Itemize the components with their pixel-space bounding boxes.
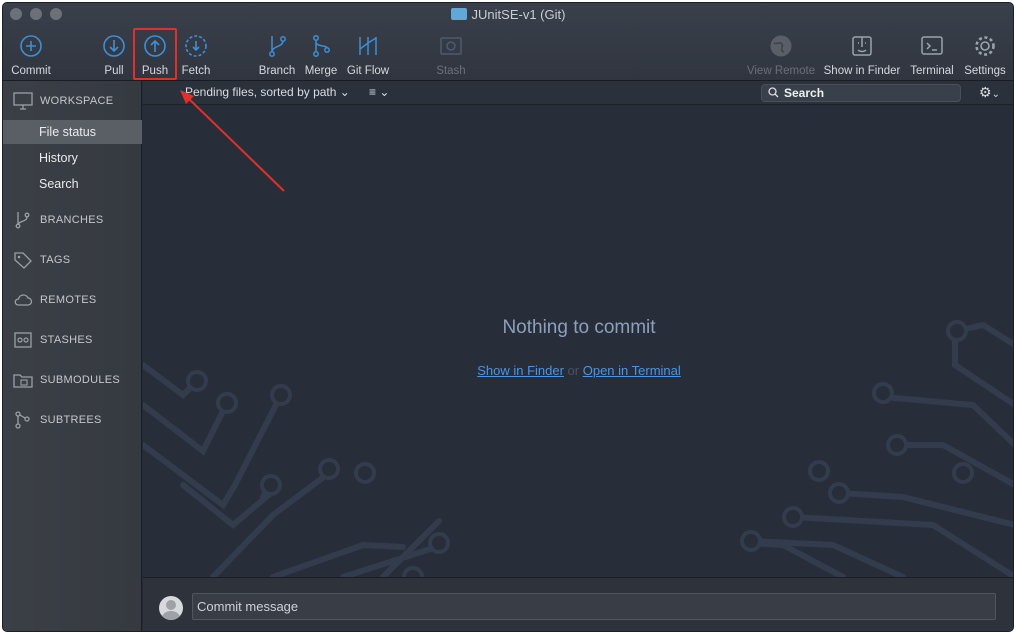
avatar bbox=[159, 596, 183, 620]
pull-icon bbox=[103, 35, 125, 57]
sidebar-submodules-header[interactable]: SUBMODULES bbox=[13, 368, 120, 392]
merge-button[interactable]: Merge bbox=[302, 31, 340, 79]
finder-icon bbox=[852, 36, 872, 56]
circuit-decoration bbox=[143, 320, 1013, 577]
filter-bar: Pending files, sorted by path ⌄ ≡ ⌄ Sear… bbox=[143, 81, 1013, 105]
globe-icon bbox=[770, 35, 792, 57]
subtree-icon bbox=[15, 411, 30, 429]
sidebar-subtrees-header[interactable]: SUBTREES bbox=[13, 408, 102, 432]
sidebar-item-file-status[interactable]: File status bbox=[3, 120, 142, 144]
window-title: JUnitSE-v1 (Git) bbox=[3, 7, 1013, 22]
stash-icon bbox=[14, 332, 32, 348]
sidebar-item-history[interactable]: History bbox=[3, 146, 142, 170]
show-in-finder-link[interactable]: Show in Finder bbox=[477, 363, 564, 378]
git-flow-button[interactable]: Git Flow bbox=[345, 31, 391, 79]
sidebar-stashes-header[interactable]: STASHES bbox=[13, 328, 93, 352]
fetch-icon bbox=[185, 35, 207, 57]
gear-icon: ⚙ bbox=[979, 84, 992, 100]
list-view-icon: ≡ bbox=[369, 85, 377, 99]
merge-icon bbox=[313, 35, 330, 57]
search-icon bbox=[768, 87, 779, 98]
sidebar-tags-header[interactable]: TAGS bbox=[13, 248, 70, 272]
settings-button[interactable]: Settings bbox=[961, 31, 1009, 79]
branch-icon bbox=[15, 212, 30, 229]
empty-state-links: Show in Finder or Open in Terminal bbox=[477, 363, 681, 378]
folder-icon bbox=[450, 8, 467, 20]
sort-dropdown[interactable]: Pending files, sorted by path ⌄ bbox=[185, 85, 350, 99]
folder-icon bbox=[13, 374, 33, 388]
sidebar-remotes-header[interactable]: REMOTES bbox=[13, 288, 97, 312]
view-remote-button[interactable]: View Remote bbox=[745, 31, 817, 79]
pull-button[interactable]: Pull bbox=[99, 31, 129, 79]
terminal-icon bbox=[921, 36, 943, 55]
commit-button[interactable]: Commit bbox=[9, 31, 53, 79]
stash-icon bbox=[440, 37, 462, 55]
chevron-down-icon: ⌄ bbox=[991, 89, 1000, 100]
branch-icon bbox=[269, 36, 286, 57]
tag-icon bbox=[14, 252, 32, 269]
user-avatar-icon bbox=[161, 600, 181, 620]
stash-button[interactable]: Stash bbox=[433, 31, 469, 79]
cloud-icon bbox=[14, 294, 33, 306]
toolbar: JUnitSE-v1 (Git) Commit Pull Push Fetch … bbox=[3, 3, 1013, 81]
commit-message-input[interactable]: Commit message bbox=[192, 593, 996, 620]
commit-bar: Commit message bbox=[143, 577, 1013, 631]
sidebar-branches-header[interactable]: BRANCHES bbox=[13, 208, 104, 232]
sidebar: WORKSPACE File status History Search BRA… bbox=[3, 81, 142, 631]
chevron-down-icon: ⌄ bbox=[379, 85, 390, 99]
chevron-down-icon: ⌄ bbox=[339, 85, 350, 99]
app-window: JUnitSE-v1 (Git) Commit Pull Push Fetch … bbox=[2, 2, 1014, 632]
sidebar-item-search[interactable]: Search bbox=[3, 172, 142, 196]
fetch-button[interactable]: Fetch bbox=[177, 31, 215, 79]
open-in-terminal-link[interactable]: Open in Terminal bbox=[583, 363, 681, 378]
options-gear-button[interactable]: ⚙⌄ bbox=[979, 84, 1000, 101]
terminal-button[interactable]: Terminal bbox=[909, 31, 955, 79]
search-input[interactable]: Search bbox=[761, 84, 961, 102]
sidebar-workspace-header[interactable]: WORKSPACE bbox=[13, 89, 113, 113]
git-flow-icon bbox=[359, 37, 377, 55]
view-mode-dropdown[interactable]: ≡ ⌄ bbox=[369, 85, 389, 99]
show-in-finder-button[interactable]: Show in Finder bbox=[823, 31, 901, 79]
commit-icon bbox=[20, 35, 42, 57]
empty-state-title: Nothing to commit bbox=[502, 317, 656, 338]
monitor-icon bbox=[13, 92, 33, 110]
push-highlight-box bbox=[133, 28, 177, 80]
main-panel: Pending files, sorted by path ⌄ ≡ ⌄ Sear… bbox=[143, 81, 1013, 631]
gear-icon bbox=[975, 36, 995, 56]
branch-button[interactable]: Branch bbox=[257, 31, 297, 79]
